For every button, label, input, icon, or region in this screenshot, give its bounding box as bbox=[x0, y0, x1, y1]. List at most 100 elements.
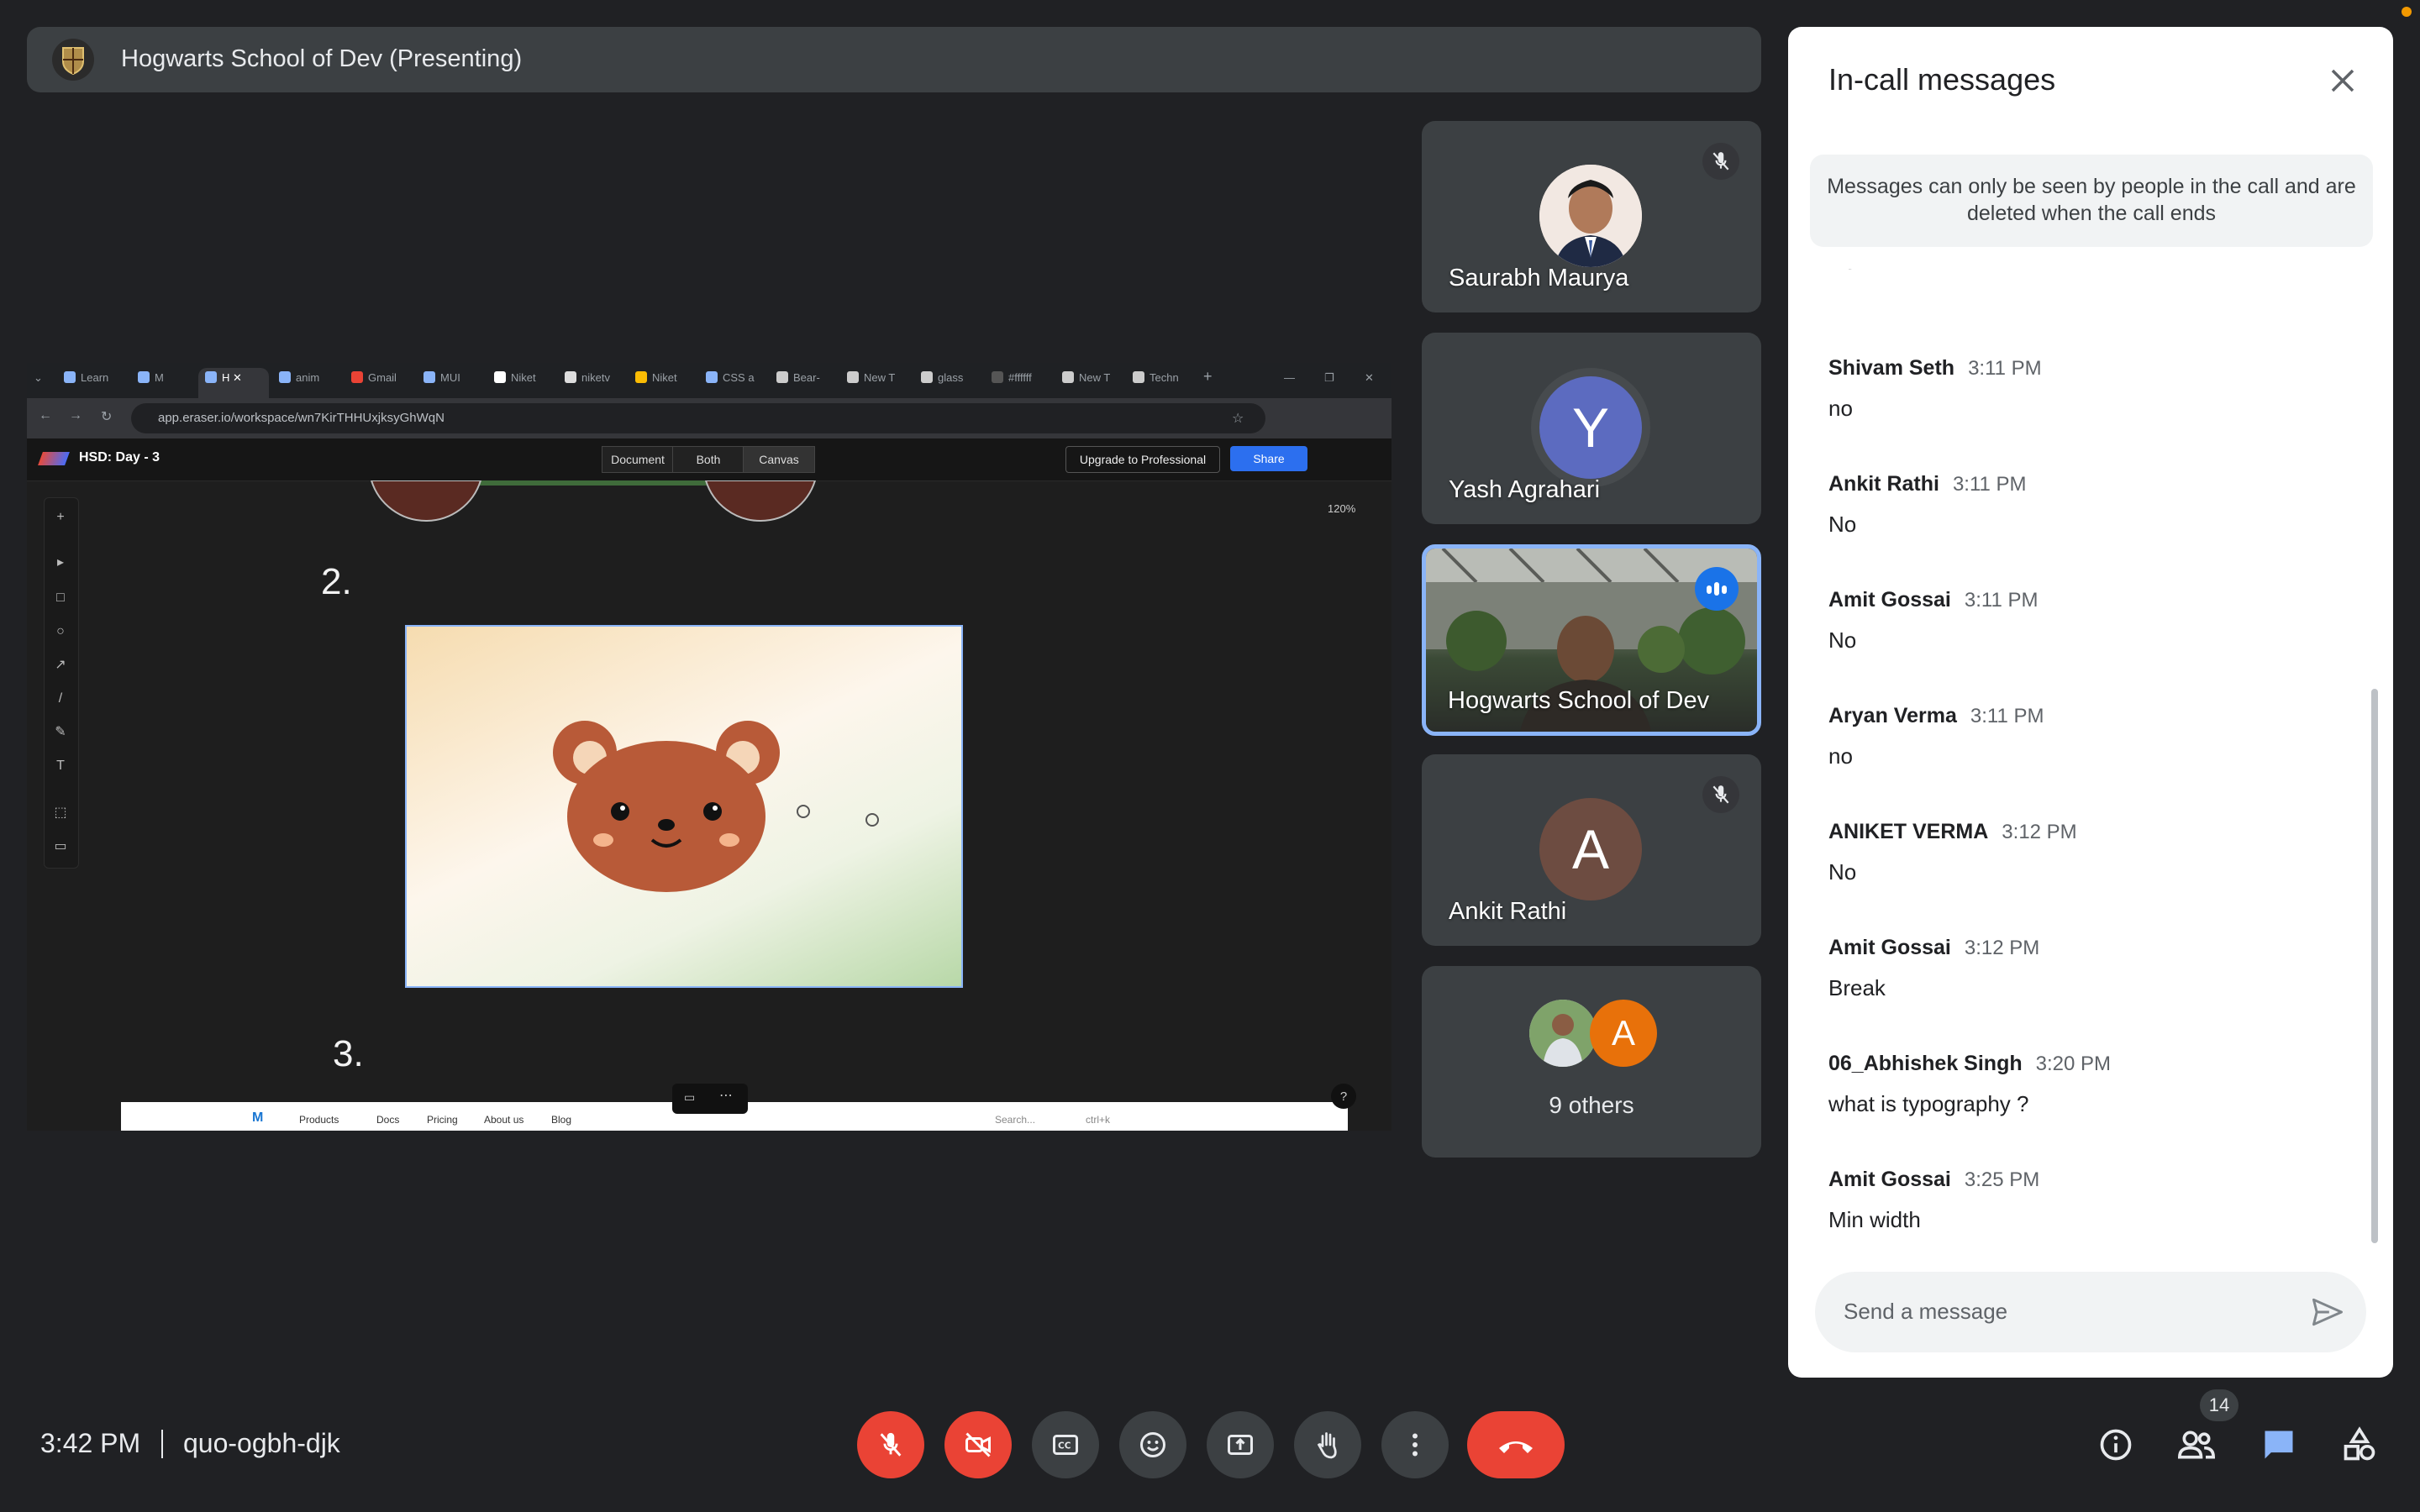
tab-search-icon[interactable]: ⌄ bbox=[34, 371, 50, 391]
frame-icon[interactable]: ⬚ bbox=[53, 806, 68, 821]
meeting-info-button[interactable] bbox=[2092, 1421, 2139, 1468]
document-title[interactable]: HSD: Day - 3 bbox=[79, 450, 160, 465]
mic-off-icon bbox=[1702, 776, 1739, 813]
message-item: Ankit Rathi 3:11 PM No bbox=[1828, 472, 2027, 537]
participant-tile[interactable]: Y Yash Agrahari bbox=[1422, 333, 1761, 524]
mic-off-icon bbox=[1702, 143, 1739, 180]
minimize-button[interactable]: — bbox=[1284, 371, 1301, 391]
upgrade-button[interactable]: Upgrade to Professional bbox=[1065, 446, 1220, 473]
line-icon[interactable]: / bbox=[53, 691, 68, 706]
browser-tab[interactable]: Techn bbox=[1133, 371, 1197, 391]
message-item: Amit Gossai 3:25 PM Min width bbox=[1828, 1168, 2040, 1232]
meeting-code: quo-ogbh-djk bbox=[183, 1428, 340, 1458]
bear-illustration bbox=[553, 721, 780, 892]
browser-tab[interactable]: New T bbox=[1062, 371, 1126, 391]
rectangle-icon[interactable]: □ bbox=[53, 591, 68, 606]
camera-toggle-button[interactable] bbox=[944, 1411, 1012, 1478]
arrow-icon[interactable]: ↗ bbox=[53, 658, 68, 673]
participant-tile[interactable]: A Ankit Rathi bbox=[1422, 754, 1761, 946]
view-canvas-tab[interactable]: Canvas bbox=[743, 446, 815, 473]
step-2-label: 2. bbox=[321, 561, 352, 602]
raise-hand-button[interactable] bbox=[1294, 1411, 1361, 1478]
comment-icon[interactable]: ▭ bbox=[53, 839, 68, 854]
people-icon bbox=[2177, 1431, 2216, 1459]
browser-tab[interactable]: MUI bbox=[424, 371, 487, 391]
browser-tab[interactable]: glass bbox=[921, 371, 985, 391]
avatar bbox=[1529, 1000, 1597, 1067]
preview-nav-blog: Blog bbox=[551, 1114, 572, 1126]
share-button[interactable]: Share bbox=[1230, 446, 1307, 471]
more-options-button[interactable] bbox=[1381, 1411, 1449, 1478]
browser-tab-active[interactable]: H ✕ bbox=[205, 371, 264, 391]
comment-icon[interactable]: ▭ bbox=[684, 1090, 695, 1105]
send-icon[interactable] bbox=[2309, 1294, 2346, 1331]
browser-tab[interactable]: Bear- bbox=[776, 371, 840, 391]
forward-icon[interactable]: → bbox=[69, 408, 82, 428]
browser-tab[interactable]: M bbox=[138, 371, 197, 391]
browser-tab[interactable]: Niket bbox=[494, 371, 558, 391]
participant-name: Ankit Rathi bbox=[1449, 898, 1567, 925]
browser-tab[interactable]: Learn bbox=[64, 371, 131, 391]
browser-tab[interactable]: Niket bbox=[635, 371, 699, 391]
leave-call-button[interactable] bbox=[1467, 1411, 1565, 1478]
others-tile[interactable]: A 9 others bbox=[1422, 966, 1761, 1158]
text-icon[interactable]: T bbox=[53, 759, 68, 774]
message-item: Amit Gossai 3:11 PM No bbox=[1828, 588, 2039, 653]
preview-shortcut: ctrl+k bbox=[1086, 1114, 1111, 1126]
more-options-icon[interactable]: ⋯ bbox=[719, 1087, 733, 1104]
back-icon[interactable]: ← bbox=[39, 408, 52, 428]
participant-name: Saurabh Maurya bbox=[1449, 265, 1629, 291]
svg-text:CC: CC bbox=[1058, 1441, 1071, 1452]
mic-toggle-button[interactable] bbox=[857, 1411, 924, 1478]
message-input[interactable]: Send a message bbox=[1815, 1272, 2366, 1352]
bear-image[interactable] bbox=[405, 625, 963, 988]
participant-tile[interactable]: Saurabh Maurya bbox=[1422, 121, 1761, 312]
people-button[interactable] bbox=[2173, 1421, 2220, 1468]
message-item: Aryan Verma 3:11 PM no bbox=[1828, 704, 2044, 769]
new-tab-button[interactable]: + bbox=[1203, 368, 1220, 388]
camera-off-icon bbox=[965, 1432, 991, 1457]
browser-tab[interactable]: New T bbox=[847, 371, 911, 391]
present-button[interactable] bbox=[1207, 1411, 1274, 1478]
participant-tile-active[interactable]: Hogwarts School of Dev bbox=[1422, 544, 1761, 736]
floating-toolbar[interactable]: ▭ ⋯ bbox=[672, 1084, 748, 1114]
circle-icon[interactable]: ○ bbox=[53, 624, 68, 639]
add-icon[interactable]: + bbox=[53, 510, 68, 525]
captions-button[interactable]: CC bbox=[1032, 1411, 1099, 1478]
chat-button[interactable] bbox=[2255, 1421, 2302, 1468]
pen-icon[interactable]: ✎ bbox=[53, 725, 68, 740]
step-3-label: 3. bbox=[333, 1033, 364, 1074]
shared-screen: ⌄ Learn M H ✕ anim Gmail MUI Niket niket… bbox=[27, 363, 1392, 1131]
help-button[interactable]: ? bbox=[1331, 1084, 1356, 1109]
bookmark-star-icon[interactable]: ☆ bbox=[1232, 410, 1244, 430]
window-close-button[interactable]: ✕ bbox=[1365, 371, 1381, 391]
reload-icon[interactable]: ↻ bbox=[101, 408, 112, 428]
reactions-button[interactable] bbox=[1119, 1411, 1186, 1478]
browser-tab[interactable]: niketv bbox=[565, 371, 629, 391]
browser-tab[interactable]: CSS a bbox=[706, 371, 770, 391]
message-placeholder: Send a message bbox=[1844, 1299, 2008, 1324]
activities-button[interactable] bbox=[2336, 1421, 2383, 1468]
message-item: ANIKET VERMA 3:12 PM No bbox=[1828, 820, 2077, 885]
browser-tab-strip: ⌄ Learn M H ✕ anim Gmail MUI Niket niket… bbox=[27, 363, 1392, 398]
view-both-tab[interactable]: Both bbox=[672, 446, 744, 473]
preview-search: Search... bbox=[995, 1114, 1036, 1126]
select-icon[interactable]: ▸ bbox=[53, 555, 68, 570]
restore-button[interactable]: ❐ bbox=[1324, 371, 1341, 391]
browser-tab[interactable]: #ffffff bbox=[992, 371, 1062, 391]
participant-name: Yash Agrahari bbox=[1449, 476, 1601, 503]
chat-panel: In-call messages Messages can only be se… bbox=[1788, 27, 2393, 1378]
clock: 3:42 PM bbox=[40, 1428, 141, 1458]
message-item: Amit Gossai 3:12 PM Break bbox=[1828, 936, 2040, 1000]
address-bar[interactable]: app.eraser.io/workspace/wn7KirTHHUxjksyG… bbox=[131, 403, 1265, 433]
message-list: No Shivam Seth3:11 PMno Ankit Rathi3:11 … bbox=[1788, 269, 2393, 1277]
browser-tab[interactable]: Gmail bbox=[351, 371, 418, 391]
present-icon bbox=[1228, 1435, 1253, 1455]
close-icon[interactable] bbox=[2323, 60, 2363, 101]
zoom-level[interactable]: 120% bbox=[1328, 502, 1355, 515]
avatar bbox=[1539, 165, 1642, 267]
view-document-tab[interactable]: Document bbox=[602, 446, 674, 473]
more-icon bbox=[1413, 1433, 1418, 1457]
chat-scrollbar[interactable] bbox=[2371, 689, 2378, 1243]
browser-tab[interactable]: anim bbox=[279, 371, 338, 391]
